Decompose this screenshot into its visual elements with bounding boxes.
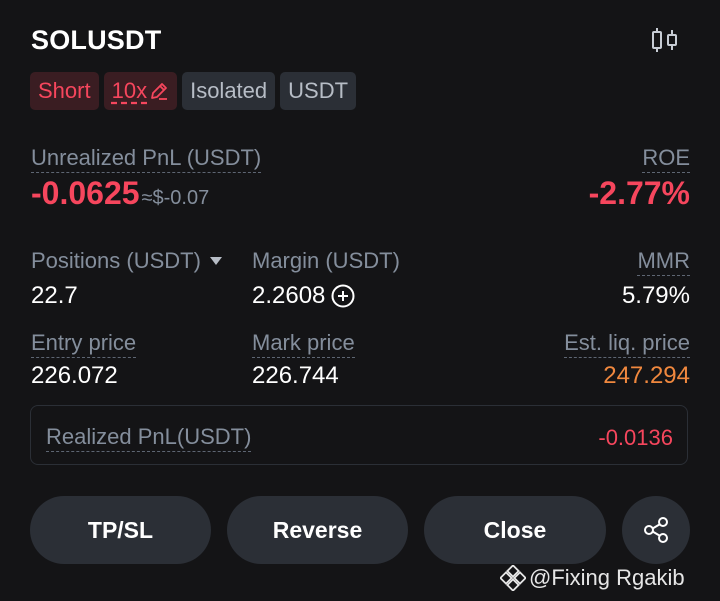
realized-pnl-label[interactable]: Realized PnL(USDT) xyxy=(46,424,252,452)
margin-label: Margin (USDT) xyxy=(252,248,400,273)
margin-value: 2.2608 xyxy=(252,282,326,309)
watermark: @Fixing Rgakib xyxy=(500,565,685,591)
side-badge: Short xyxy=(30,72,99,110)
entry-price-value: 226.072 xyxy=(31,362,118,389)
watermark-text: @Fixing Rgakib xyxy=(529,565,685,590)
liq-price-label[interactable]: Est. liq. price xyxy=(564,330,690,358)
mmr-label[interactable]: MMR xyxy=(637,248,690,276)
mark-price-label[interactable]: Mark price xyxy=(252,330,355,358)
caret-down-icon xyxy=(209,257,222,265)
margin-value-row: 2.2608 xyxy=(252,282,355,310)
leverage-value: 10x xyxy=(111,78,148,103)
positions-header[interactable]: Positions (USDT) xyxy=(31,248,223,274)
positions-label: Positions (USDT) xyxy=(31,248,201,273)
positions-value: 22.7 xyxy=(31,282,78,309)
entry-price-label[interactable]: Entry price xyxy=(31,330,137,358)
binance-logo-icon xyxy=(500,565,526,591)
unrealized-pnl-value-row: -0.0625 ≈$-0.07 xyxy=(31,175,209,212)
mmr-value: 5.79% xyxy=(621,282,690,309)
unrealized-pnl-usd: ≈$-0.07 xyxy=(141,187,210,209)
share-button[interactable] xyxy=(622,496,690,564)
reverse-button[interactable]: Reverse xyxy=(227,496,408,564)
position-tags: Short 10x Isolated USDT xyxy=(30,72,357,110)
leverage-button[interactable]: 10x xyxy=(103,72,178,110)
margin-mode-badge: Isolated xyxy=(182,72,276,110)
unrealized-pnl-label[interactable]: Unrealized PnL (USDT) xyxy=(31,145,262,173)
tpsl-button[interactable]: TP/SL xyxy=(30,496,211,564)
close-position-button[interactable]: Close xyxy=(424,496,606,564)
settle-currency-badge: USDT xyxy=(280,72,357,110)
roe-value: -2.77% xyxy=(588,175,690,211)
share-icon xyxy=(644,517,668,543)
edit-pencil-icon xyxy=(151,83,168,100)
mark-price-value: 226.744 xyxy=(252,362,339,389)
realized-pnl-value: -0.0136 xyxy=(598,425,673,450)
roe-label[interactable]: ROE xyxy=(642,145,690,173)
symbol-title[interactable]: SOLUSDT xyxy=(31,25,161,56)
unrealized-pnl-value: -0.0625 xyxy=(31,175,140,211)
liq-price-value: 247.294 xyxy=(603,362,690,389)
candlestick-chart-icon[interactable] xyxy=(651,28,681,52)
add-margin-icon[interactable] xyxy=(331,284,355,308)
